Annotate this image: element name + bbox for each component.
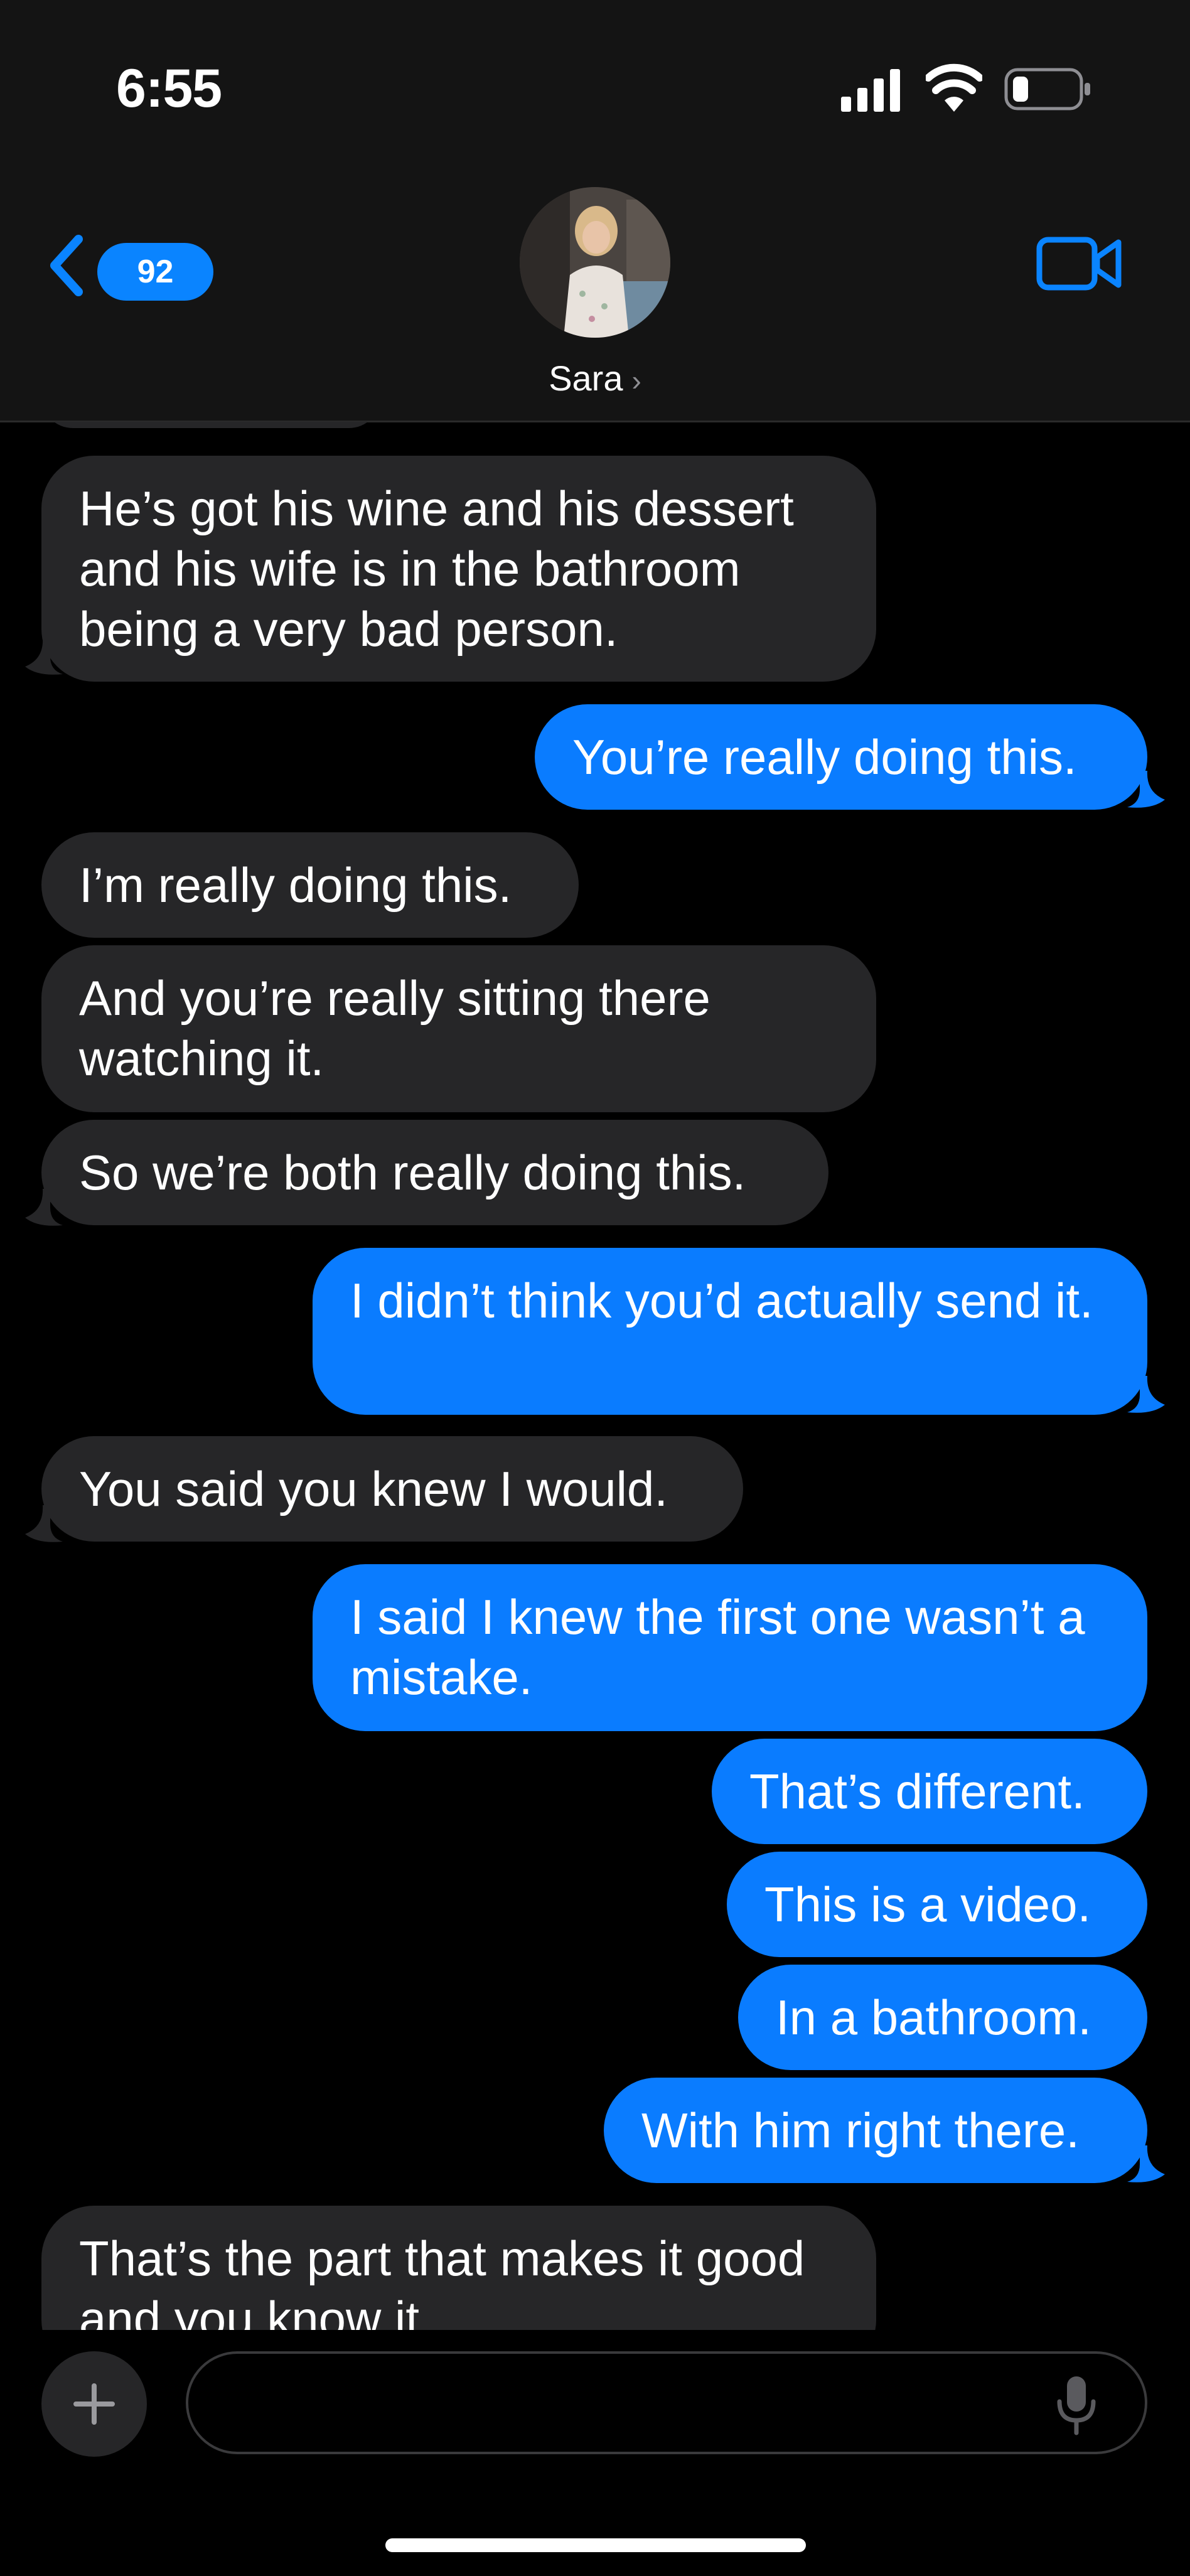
message-bubble-outgoing[interactable]: That’s different.	[712, 1739, 1147, 1844]
message-bubble-incoming[interactable]: He’s got his wine and his dessert and hi…	[41, 456, 876, 682]
message-bubble-partial	[41, 422, 380, 428]
wifi-icon	[926, 63, 982, 112]
video-camera-icon[interactable]	[1036, 232, 1123, 295]
bubble-tail	[1127, 2145, 1165, 2182]
back-button[interactable]: 92	[47, 229, 213, 304]
plus-icon	[73, 2383, 115, 2425]
message-bubble-incoming[interactable]: And you’re really sitting there watching…	[41, 945, 876, 1112]
chevron-right-icon: ›	[631, 364, 641, 397]
bubble-tail	[1127, 1376, 1165, 1413]
message-composer	[0, 2330, 1190, 2576]
message-bubble-incoming[interactable]: I’m really doing this.	[41, 832, 579, 938]
battery-icon	[1004, 68, 1090, 110]
chevron-left-icon	[50, 235, 83, 296]
message-input[interactable]	[186, 2351, 1147, 2454]
message-bubble-outgoing[interactable]: With him right there.	[604, 2078, 1147, 2183]
status-time: 6:55	[116, 58, 222, 119]
message-bubble-incoming[interactable]: So we’re both really doing this.	[41, 1120, 828, 1225]
message-bubble-outgoing[interactable]: In a bathroom.	[738, 1965, 1147, 2070]
status-bar: 6:55	[0, 0, 1190, 157]
contact-name: Sara	[549, 358, 623, 398]
home-indicator[interactable]	[385, 2538, 806, 2552]
message-bubble-outgoing[interactable]: This is a video.	[727, 1852, 1147, 1957]
message-bubble-outgoing[interactable]: You’re really doing this.	[535, 704, 1147, 810]
unread-count-badge: 92	[97, 243, 213, 301]
add-attachment-button[interactable]	[41, 2351, 147, 2457]
bubble-tail	[25, 638, 63, 675]
message-bubble-outgoing[interactable]: I didn’t think you’d actually send it.	[313, 1248, 1147, 1415]
bubble-tail	[1127, 771, 1165, 808]
microphone-icon[interactable]	[1054, 2374, 1098, 2437]
cellular-signal-icon	[841, 69, 900, 112]
conversation-header: 92 Sara ›	[0, 157, 1190, 422]
avatar[interactable]	[520, 187, 670, 338]
message-bubble-outgoing[interactable]: I said I knew the first one wasn’t a mis…	[313, 1564, 1147, 1731]
message-bubble-incoming[interactable]: That’s the part that makes it good and y…	[41, 2206, 876, 2330]
bubble-tail	[25, 1189, 63, 1226]
contact-name-button[interactable]: Sara ›	[0, 358, 1190, 399]
message-list[interactable]: He’s got his wine and his dessert and hi…	[0, 422, 1190, 2330]
bubble-tail	[25, 1505, 63, 1542]
message-bubble-incoming[interactable]: You said you knew I would.	[41, 1436, 743, 1542]
